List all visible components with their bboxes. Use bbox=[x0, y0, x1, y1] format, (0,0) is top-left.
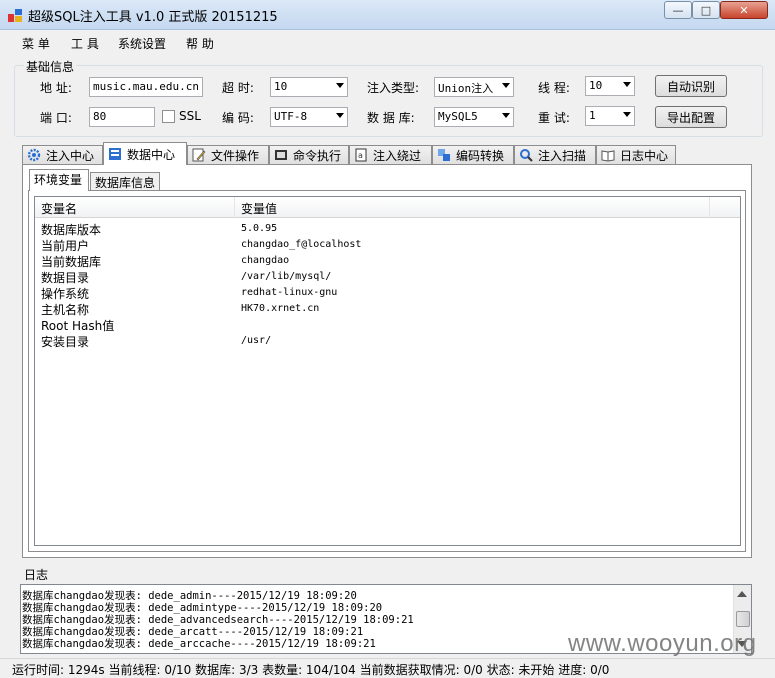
inject-type-value: Union注入 bbox=[438, 82, 494, 95]
database-select[interactable]: MySQL5 bbox=[434, 107, 514, 127]
watermark: www.wooyun.org bbox=[568, 630, 757, 657]
tab-label: 编码转换 bbox=[456, 148, 505, 163]
tab-inject-center[interactable]: 注入中心 bbox=[22, 145, 103, 164]
encoding-label: 编 码: bbox=[222, 111, 254, 125]
log-line: 数据库changdao发现表: dede_arccache----2015/12… bbox=[22, 638, 376, 650]
menu-item-help[interactable]: 帮 助 bbox=[186, 35, 214, 52]
table-row-name[interactable]: 操作系统 bbox=[41, 285, 89, 302]
app-icon bbox=[8, 9, 22, 22]
tab-data-center[interactable]: 数据中心 bbox=[103, 142, 187, 165]
tab-label: 命令执行 bbox=[293, 148, 342, 163]
database-value: MySQL5 bbox=[438, 110, 478, 123]
terminal-icon bbox=[275, 150, 287, 160]
ssl-checkbox[interactable] bbox=[162, 110, 175, 123]
dropdown-arrow-icon bbox=[623, 82, 631, 87]
column-header-name[interactable]: 变量名 bbox=[35, 197, 235, 218]
timeout-label: 超 时: bbox=[222, 81, 254, 95]
tab-label: 日志中心 bbox=[620, 148, 669, 163]
tab-label: 数据中心 bbox=[127, 147, 176, 162]
table-row-name[interactable]: 当前用户 bbox=[41, 237, 89, 254]
retry-label: 重 试: bbox=[538, 111, 570, 125]
menu-bar bbox=[0, 31, 775, 53]
tab-label: 注入中心 bbox=[46, 148, 95, 163]
subtab-env-vars[interactable]: 环境变量 bbox=[29, 169, 89, 191]
tab-command-exec[interactable]: 命令执行 bbox=[269, 145, 349, 164]
table-row-name[interactable]: 主机名称 bbox=[41, 301, 89, 318]
port-label: 端 口: bbox=[40, 111, 72, 125]
table-row-name[interactable]: 当前数据库 bbox=[41, 253, 101, 270]
menu-item-settings[interactable]: 系统设置 bbox=[118, 35, 166, 52]
threads-value: 10 bbox=[589, 79, 603, 92]
minimize-button[interactable]: — bbox=[664, 1, 692, 19]
scroll-up-icon[interactable] bbox=[737, 591, 747, 597]
threads-label: 线 程: bbox=[538, 81, 570, 95]
table-row-name[interactable]: 安装目录 bbox=[41, 333, 89, 350]
window-title: 超级SQL注入工具 v1.0 正式版 20151215 bbox=[28, 10, 278, 25]
port-input[interactable]: 80 bbox=[89, 107, 155, 127]
timeout-value: 10 bbox=[274, 80, 288, 93]
subtab-db-info[interactable]: 数据库信息 bbox=[90, 172, 160, 190]
column-header-value[interactable]: 变量值 bbox=[235, 197, 710, 218]
table-row-value: changdao bbox=[241, 255, 290, 266]
inject-type-select[interactable]: Union注入 bbox=[434, 77, 514, 97]
table-row-name[interactable]: Root Hash值 bbox=[41, 317, 114, 334]
edit-file-icon bbox=[192, 148, 206, 162]
ssl-label: SSL bbox=[179, 109, 201, 123]
address-label: 地 址: bbox=[40, 81, 72, 95]
variables-list[interactable] bbox=[34, 196, 741, 546]
tab-file-operation[interactable]: 文件操作 bbox=[187, 145, 269, 164]
tab-label: 注入绕过 bbox=[373, 148, 422, 163]
convert-icon bbox=[438, 149, 450, 161]
book-icon bbox=[601, 150, 615, 162]
log-title: 日志 bbox=[24, 568, 49, 582]
table-row-value: 5.0.95 bbox=[241, 223, 278, 234]
svg-text:a: a bbox=[358, 151, 363, 160]
search-icon bbox=[520, 149, 533, 162]
dropdown-arrow-icon bbox=[336, 113, 344, 118]
maximize-button[interactable]: □ bbox=[692, 1, 720, 19]
menu-item-tools[interactable]: 工 具 bbox=[71, 35, 99, 52]
table-row-value: changdao_f@localhost bbox=[241, 239, 362, 250]
document-icon: a bbox=[355, 148, 367, 162]
table-row-value: HK70.xrnet.cn bbox=[241, 303, 320, 314]
retry-value: 1 bbox=[589, 109, 596, 122]
list-header: 变量名 变量值 bbox=[35, 197, 740, 218]
inject-type-label: 注入类型: bbox=[367, 81, 420, 95]
timeout-select[interactable]: 10 bbox=[270, 77, 348, 97]
retry-select[interactable]: 1 bbox=[585, 106, 635, 126]
menu-item-menu[interactable]: 菜 单 bbox=[22, 35, 50, 52]
scroll-thumb[interactable] bbox=[736, 611, 750, 627]
auto-detect-button[interactable]: 自动识别 bbox=[655, 75, 727, 97]
gear-icon bbox=[27, 148, 41, 162]
address-input[interactable]: music.mau.edu.cn bbox=[89, 77, 203, 97]
close-button[interactable]: ✕ bbox=[720, 1, 768, 19]
dropdown-arrow-icon bbox=[623, 112, 631, 117]
tab-log-center[interactable]: 日志中心 bbox=[596, 145, 676, 164]
tab-inject-scan[interactable]: 注入扫描 bbox=[514, 145, 596, 164]
table-row-value: redhat-linux-gnu bbox=[241, 287, 338, 298]
encoding-value: UTF-8 bbox=[274, 110, 308, 123]
dropdown-arrow-icon bbox=[336, 83, 344, 88]
dropdown-arrow-icon bbox=[502, 113, 510, 118]
tab-label: 文件操作 bbox=[211, 148, 260, 163]
dropdown-arrow-icon bbox=[502, 83, 510, 88]
table-row-value: /var/lib/mysql/ bbox=[241, 271, 332, 282]
table-row-value: /usr/ bbox=[241, 335, 272, 346]
tab-encode-convert[interactable]: 编码转换 bbox=[432, 145, 514, 164]
threads-select[interactable]: 10 bbox=[585, 76, 635, 96]
tab-label: 注入扫描 bbox=[538, 148, 587, 163]
export-config-button[interactable]: 导出配置 bbox=[655, 106, 727, 128]
table-row-name[interactable]: 数据目录 bbox=[41, 269, 89, 286]
tab-inject-bypass[interactable]: a 注入绕过 bbox=[349, 145, 432, 164]
database-label: 数 据 库: bbox=[367, 111, 415, 125]
basic-info-title: 基础信息 bbox=[24, 58, 77, 75]
table-row-name[interactable]: 数据库版本 bbox=[41, 221, 101, 238]
status-text: 运行时间: 1294s 当前线程: 0/10 数据库: 3/3 表数量: 104… bbox=[12, 663, 610, 677]
encoding-select[interactable]: UTF-8 bbox=[270, 107, 348, 127]
database-icon bbox=[109, 148, 121, 160]
